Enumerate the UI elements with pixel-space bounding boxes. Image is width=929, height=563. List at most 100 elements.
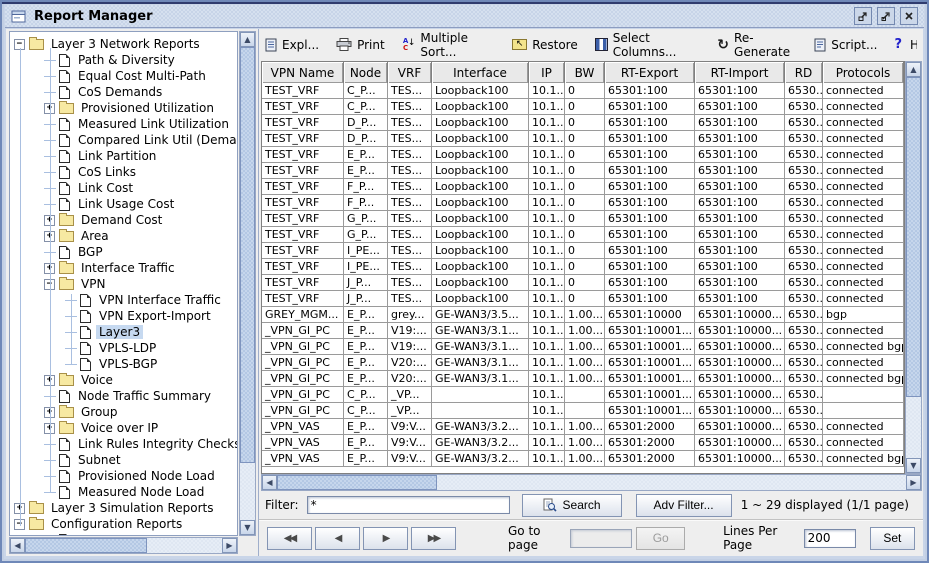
tree-item-label[interactable]: VPLS-BGP bbox=[96, 357, 160, 371]
prev-page-button[interactable]: ◀ bbox=[315, 526, 360, 550]
tree-item[interactable]: +Provisioned Utilization bbox=[10, 100, 237, 116]
tree-item-label[interactable]: Measured Node Load bbox=[75, 485, 207, 499]
scroll-down-icon[interactable]: ▼ bbox=[240, 520, 255, 535]
table-row[interactable]: _VPN_GI_PC E_P... V20:... GE-WAN3/3.1... 10.… bbox=[262, 355, 904, 371]
tree-item-label[interactable]: CoS Links bbox=[75, 165, 139, 179]
filter-input[interactable] bbox=[306, 496, 510, 514]
tree-item[interactable]: +Voice bbox=[10, 372, 237, 388]
re-generate-button[interactable]: ↻ Re-Generate bbox=[717, 31, 797, 59]
tree-item[interactable]: VPN Export-Import bbox=[10, 308, 237, 324]
scroll-right-icon[interactable]: ▶ bbox=[222, 538, 237, 553]
scroll-left-icon[interactable]: ◀ bbox=[262, 475, 277, 490]
tree-item[interactable]: +Interface Traffic bbox=[10, 260, 237, 276]
iconify-button[interactable] bbox=[854, 7, 872, 25]
tree-item-label[interactable]: Node Traffic Summary bbox=[75, 389, 214, 403]
scroll-up-icon[interactable]: ▲ bbox=[240, 32, 255, 47]
table-vertical-scrollbar[interactable]: ▲ ▼ bbox=[905, 61, 922, 474]
table-row[interactable]: _VPN_GI_PC C_P... _VP... 10.1... 65301:10001… bbox=[262, 403, 904, 419]
scroll-thumb[interactable] bbox=[240, 47, 255, 464]
set-button[interactable]: Set bbox=[869, 526, 915, 550]
table-row[interactable]: TEST_VRF C_P... TES... Loopback100 10.1... 0 6… bbox=[262, 83, 904, 99]
column-header-vrf[interactable]: VRF bbox=[388, 62, 432, 83]
restore-button[interactable]: ↖ Restore bbox=[512, 38, 578, 52]
script-button[interactable]: Script... bbox=[814, 38, 877, 52]
tree-item[interactable]: Measured Link Utilization bbox=[10, 116, 237, 132]
tree-item[interactable]: VPN Interface Traffic bbox=[10, 292, 237, 308]
column-header-interface[interactable]: Interface bbox=[432, 62, 529, 83]
scroll-right-icon[interactable]: ▶ bbox=[906, 475, 921, 490]
scroll-thumb[interactable] bbox=[25, 538, 148, 553]
select-columns-button[interactable]: Select Columns... bbox=[594, 31, 701, 59]
scroll-thumb[interactable] bbox=[277, 475, 437, 490]
tree-item-label[interactable]: VPLS-LDP bbox=[96, 341, 159, 355]
tree-item[interactable]: +Group bbox=[10, 404, 237, 420]
tree-item-label[interactable]: Link Rules Integrity Checks bbox=[75, 437, 237, 451]
explanation-button[interactable]: Expl... bbox=[265, 38, 319, 52]
tree-item-label[interactable]: VPN Export-Import bbox=[96, 309, 214, 323]
tree-item-label[interactable]: Group bbox=[78, 405, 121, 419]
scroll-left-icon[interactable]: ◀ bbox=[10, 538, 25, 553]
tree-item[interactable]: Link Rules Integrity Checks bbox=[10, 436, 237, 452]
tree-item-label[interactable]: Voice over IP bbox=[78, 421, 161, 435]
tree-item[interactable]: −Configuration Reports bbox=[10, 516, 237, 532]
table-row[interactable]: TEST_VRF E_P... TES... Loopback100 10.1... 0 6… bbox=[262, 147, 904, 163]
table-row[interactable]: TEST_VRF F_P... TES... Loopback100 10.1... 0 6… bbox=[262, 179, 904, 195]
column-header-bw[interactable]: BW bbox=[565, 62, 605, 83]
tree-item-label[interactable]: Equal Cost Multi-Path bbox=[75, 69, 209, 83]
last-page-button[interactable]: ▶▶ bbox=[411, 526, 456, 550]
table-horizontal-scrollbar[interactable]: ◀ ▶ bbox=[261, 474, 922, 491]
tree-item[interactable]: +Layer 3 Simulation Reports bbox=[10, 500, 237, 516]
table-row[interactable]: TEST_VRF D_P... TES... Loopback100 10.1... 0 6… bbox=[262, 115, 904, 131]
tree-item[interactable]: Subnet bbox=[10, 452, 237, 468]
table-row[interactable]: TEST_VRF I_PE... TES... Loopback100 10.1... 0… bbox=[262, 243, 904, 259]
table-row[interactable]: TEST_VRF J_P... TES... Loopback100 10.1... 0 6… bbox=[262, 275, 904, 291]
tree-item-label[interactable]: Link Usage Cost bbox=[75, 197, 177, 211]
goto-page-input[interactable] bbox=[570, 528, 633, 548]
next-page-button[interactable]: ▶ bbox=[363, 526, 408, 550]
tree-item[interactable]: Provisioned Node Load bbox=[10, 468, 237, 484]
tree-item-label[interactable]: Provisioned Utilization bbox=[78, 101, 217, 115]
tree-item[interactable]: VPLS-BGP bbox=[10, 356, 237, 372]
tree-item-label[interactable]: Configuration Reports bbox=[48, 517, 185, 531]
column-header-protocols[interactable]: Protocols bbox=[823, 62, 904, 83]
scroll-down-icon[interactable]: ▼ bbox=[906, 458, 921, 473]
tree-item[interactable]: Node Traffic Summary bbox=[10, 388, 237, 404]
scroll-up-icon[interactable]: ▲ bbox=[906, 62, 921, 77]
print-button[interactable]: Print bbox=[336, 38, 385, 52]
tree-item-label[interactable]: VPN bbox=[78, 277, 108, 291]
help-button[interactable]: ? bbox=[894, 37, 902, 52]
tree-item-label[interactable]: Provisioned Node Load bbox=[75, 469, 218, 483]
table-row[interactable]: _VPN_VAS E_P... V9:V... GE-WAN3/3.2... 10.1.… bbox=[262, 419, 904, 435]
tree-item-label[interactable]: Layer 3 Simulation Reports bbox=[48, 501, 217, 515]
tree-item[interactable]: Equal Cost Multi-Path bbox=[10, 68, 237, 84]
column-header-vpn-name[interactable]: VPN Name bbox=[262, 62, 344, 83]
table-row[interactable]: _VPN_GI_PC E_P... V19:... GE-WAN3/3.1... 10.… bbox=[262, 339, 904, 355]
tree-item[interactable]: CoS Links bbox=[10, 164, 237, 180]
tree-item-label[interactable]: Path & Diversity bbox=[75, 53, 178, 67]
table-row[interactable]: GREY_MGM... E_P... grey... GE-WAN3/3.5... 10… bbox=[262, 307, 904, 323]
tree-item[interactable]: +Area bbox=[10, 228, 237, 244]
tree-item[interactable]: − Layer 3 Network Reports bbox=[10, 36, 237, 52]
tree-item-label[interactable]: VPN Interface Traffic bbox=[96, 293, 224, 307]
table-row[interactable]: TEST_VRF I_PE... TES... Loopback100 10.1... 0… bbox=[262, 259, 904, 275]
table-row[interactable]: TEST_VRF E_P... TES... Loopback100 10.1... 0 6… bbox=[262, 163, 904, 179]
tree-item[interactable]: CoS Demands bbox=[10, 84, 237, 100]
column-header-node[interactable]: Node bbox=[344, 62, 388, 83]
tree-item-label[interactable]: BGP bbox=[75, 245, 106, 259]
tree-item[interactable]: Link Usage Cost bbox=[10, 196, 237, 212]
lines-per-page-input[interactable] bbox=[803, 528, 856, 548]
close-button[interactable] bbox=[900, 7, 918, 25]
tree-item[interactable]: +Voice over IP bbox=[10, 420, 237, 436]
column-header-rt-export[interactable]: RT-Export bbox=[605, 62, 695, 83]
column-header-rt-import[interactable]: RT-Import bbox=[695, 62, 785, 83]
tree-item[interactable]: Layer3 bbox=[10, 324, 237, 340]
adv-filter-button[interactable]: Adv Filter... bbox=[635, 493, 732, 517]
table-row[interactable]: _VPN_GI_PC E_P... V20:... GE-WAN3/3.1... 10.… bbox=[262, 371, 904, 387]
tree-item-label[interactable]: Link Partition bbox=[75, 149, 159, 163]
table-row[interactable]: TEST_VRF J_P... TES... Loopback100 10.1... 0 6… bbox=[262, 291, 904, 307]
tree-item[interactable]: Measured Node Load bbox=[10, 484, 237, 500]
tree-item-label[interactable]: Demand Cost bbox=[78, 213, 165, 227]
tree-item[interactable]: Link Partition bbox=[10, 148, 237, 164]
table-row[interactable]: TEST_VRF D_P... TES... Loopback100 10.1... 0 6… bbox=[262, 131, 904, 147]
column-header-rd[interactable]: RD bbox=[785, 62, 823, 83]
